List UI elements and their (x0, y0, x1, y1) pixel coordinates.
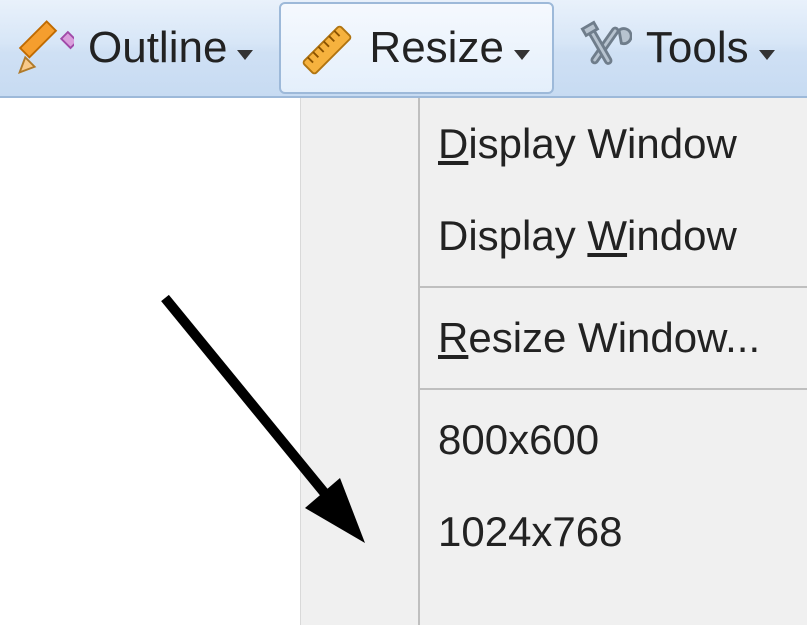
menu-preset-800x600[interactable]: 800x600 (420, 394, 807, 486)
ruler-icon (295, 18, 355, 78)
tools-label: Tools (646, 23, 749, 73)
resize-dropdown-menu: Display Window Display Window Resize Win… (420, 98, 807, 625)
tools-button[interactable]: Tools (558, 0, 797, 96)
menu-preset-1024x768[interactable]: 1024x768 (420, 486, 807, 578)
dropdown-caret-icon (237, 50, 253, 60)
menu-separator (420, 388, 807, 390)
outline-label: Outline (88, 23, 227, 73)
pencil-icon (14, 18, 74, 78)
content-area: Display Window Display Window Resize Win… (0, 98, 807, 625)
resize-button[interactable]: Resize (279, 2, 554, 94)
document-canvas (0, 98, 300, 625)
resize-label: Resize (369, 23, 504, 73)
dropdown-caret-icon (759, 50, 775, 60)
menu-display-window-size[interactable]: Display Window (420, 98, 807, 190)
menu-icon-gutter (300, 98, 420, 625)
menu-separator (420, 286, 807, 288)
tools-icon (572, 18, 632, 78)
menu-display-window-small[interactable]: Display Window (420, 190, 807, 282)
toolbar: Outline Resize (0, 0, 807, 98)
dropdown-caret-icon (514, 50, 530, 60)
menu-resize-window[interactable]: Resize Window... (420, 292, 807, 384)
outline-button[interactable]: Outline (0, 0, 275, 96)
